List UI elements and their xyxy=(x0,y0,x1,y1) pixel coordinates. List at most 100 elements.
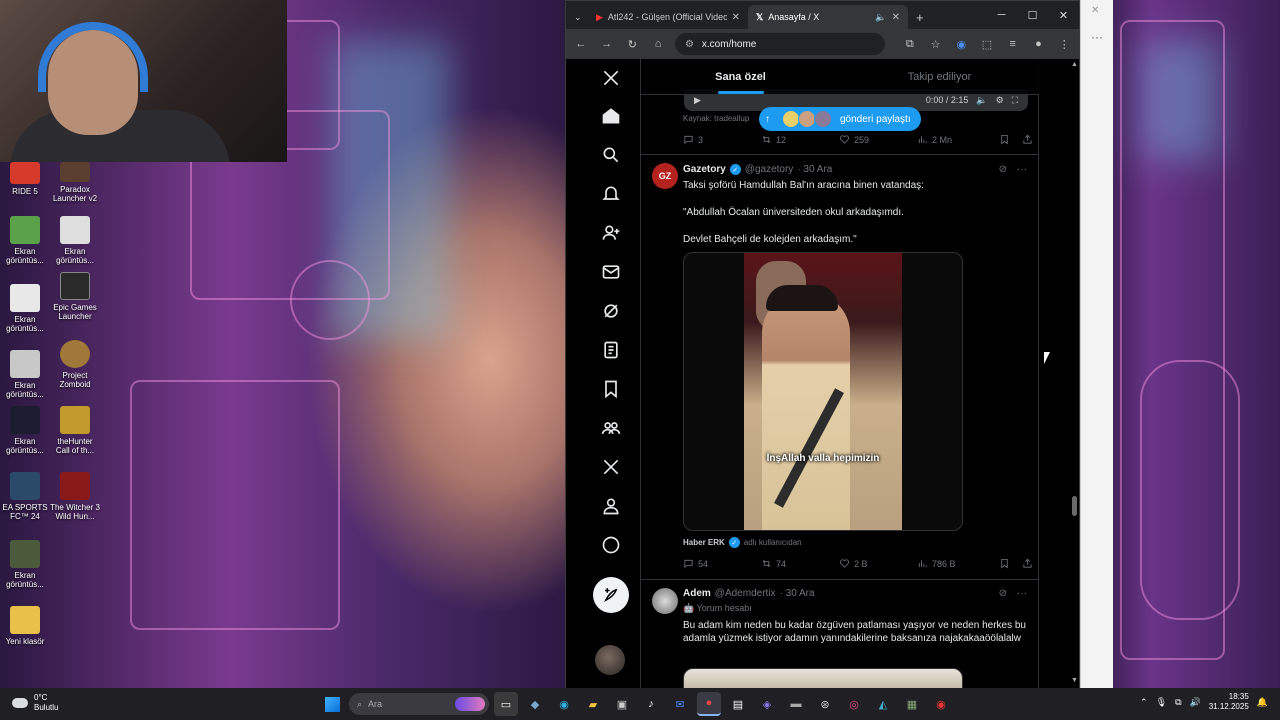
repost-button[interactable]: 74 xyxy=(761,558,839,569)
record-app-icon[interactable]: ◉ xyxy=(929,692,953,716)
account-avatar[interactable] xyxy=(595,645,625,675)
notifications-bell-icon[interactable]: 🔔 xyxy=(1257,697,1268,708)
back-icon[interactable]: ← xyxy=(572,38,590,50)
nav-bookmarks-icon[interactable] xyxy=(596,374,626,404)
tab-youtube[interactable]: ▶ Atl242 - Gülşen (Official Video) ✕ xyxy=(588,5,748,29)
post-adem[interactable]: Adem @Ademdertix · 30 Ara ⊘ ··· 🤖 Yorum … xyxy=(641,580,1039,689)
desktop-icon-ea-sports-fc24[interactable]: EA SPORTS FC™ 24 xyxy=(0,472,50,521)
x-logo-icon[interactable] xyxy=(596,63,626,93)
reply-button[interactable]: 3 xyxy=(683,134,761,145)
scrollbar-thumb[interactable] xyxy=(1072,496,1077,516)
install-app-icon[interactable]: ⧉ xyxy=(901,38,919,51)
nav-lists-icon[interactable] xyxy=(596,335,626,365)
nav-grok-icon[interactable] xyxy=(596,296,626,326)
share-icon[interactable] xyxy=(1022,134,1033,145)
clock[interactable]: 18:35 31.12.2025 xyxy=(1209,692,1249,712)
weather-widget[interactable]: 0°C Bulutlu xyxy=(12,693,58,713)
menu-kebab-icon[interactable]: ⋮ xyxy=(1055,38,1073,51)
network-icon[interactable]: ⧉ xyxy=(1175,697,1181,708)
compose-post-button[interactable] xyxy=(593,577,629,613)
scroll-down-icon[interactable]: ▼ xyxy=(1071,677,1078,684)
profile-avatar-icon[interactable]: ● xyxy=(1030,38,1048,50)
instagram-icon[interactable]: ◎ xyxy=(842,692,866,716)
url-field[interactable]: ⚙ x.com/home xyxy=(674,33,885,55)
extension-audio-icon[interactable]: ◉ xyxy=(952,38,970,51)
taskbar-search[interactable]: ⌕ Ara xyxy=(349,693,489,715)
store-icon[interactable]: ▣ xyxy=(610,692,634,716)
play-icon[interactable]: ▶ xyxy=(694,95,701,106)
nav-more-icon[interactable] xyxy=(596,530,626,560)
start-button[interactable] xyxy=(320,692,344,716)
views-button[interactable]: 786 B xyxy=(917,558,995,569)
tab-search-button[interactable]: ⌄ xyxy=(570,5,588,29)
site-info-icon[interactable]: ⚙ xyxy=(685,39,694,50)
nav-notifications-icon[interactable] xyxy=(596,179,626,209)
desktop-icon-ride5[interactable]: RIDE 5 xyxy=(0,162,50,196)
like-button[interactable]: 2 B xyxy=(839,558,917,569)
reading-list-icon[interactable]: ≡ xyxy=(1004,38,1022,50)
edge-icon[interactable]: ◉ xyxy=(552,692,576,716)
grok-icon[interactable]: ⊘ xyxy=(999,588,1007,599)
desktop-icon-screenshot-1[interactable]: Ekran görüntüs... xyxy=(0,216,50,265)
bookmark-star-icon[interactable]: ☆ xyxy=(927,38,945,51)
forward-icon[interactable]: → xyxy=(598,38,616,50)
close-window-icon[interactable]: ✕ xyxy=(1048,1,1079,29)
volume-icon[interactable]: 🔊 xyxy=(1190,697,1201,708)
fullscreen-icon[interactable]: ⛶ xyxy=(1012,95,1018,106)
minecraft-icon[interactable]: ▦ xyxy=(900,692,924,716)
like-button[interactable]: 259 xyxy=(839,134,917,145)
desktop-icon-screenshot-6[interactable]: Ekran görüntüs... xyxy=(0,540,50,589)
nav-explore-icon[interactable] xyxy=(596,140,626,170)
volume-icon[interactable]: 🔈 xyxy=(976,95,987,106)
file-explorer-icon[interactable]: ▰ xyxy=(581,692,605,716)
second-window-edge[interactable]: ✕ ··· xyxy=(1080,0,1113,688)
share-icon[interactable] xyxy=(1022,558,1033,569)
home-icon[interactable]: ⌂ xyxy=(649,38,667,50)
desktop-icon-screenshot-5[interactable]: Ekran görüntüs... xyxy=(0,406,50,455)
tab-for-you[interactable]: Sana özel xyxy=(641,59,840,94)
close-window-icon[interactable]: ✕ xyxy=(1091,5,1099,16)
steam-icon[interactable]: ⊛ xyxy=(813,692,837,716)
task-view-icon[interactable]: ▭ xyxy=(494,692,518,716)
more-options-icon[interactable]: ··· xyxy=(1017,164,1027,175)
speaker-icon[interactable]: 🔈 xyxy=(875,12,886,23)
minimize-icon[interactable]: ─ xyxy=(986,1,1017,29)
new-posts-pill[interactable]: ↑ gönderi paylaştı xyxy=(759,107,921,131)
bookmark-icon[interactable] xyxy=(999,558,1010,569)
nav-premium-icon[interactable] xyxy=(596,452,626,482)
desktop-icon-screenshot-4[interactable]: Ekran görüntüs... xyxy=(0,350,50,399)
nav-home-icon[interactable] xyxy=(596,101,626,131)
recorder-icon[interactable]: ▤ xyxy=(726,692,750,716)
desktop-icon-screenshot-3[interactable]: Ekran görüntüs... xyxy=(0,284,50,333)
outlook-icon[interactable]: ✉ xyxy=(668,692,692,716)
post-gazetory[interactable]: GZ Gazetory ✓ @gazetory · 30 Ara ⊘ ··· T… xyxy=(641,155,1039,579)
avatar[interactable] xyxy=(652,588,678,614)
desktop-icon-project-zomboid[interactable]: Project Zomboid xyxy=(50,340,100,389)
reload-icon[interactable]: ↻ xyxy=(623,38,641,51)
tab-x-home[interactable]: 𝕏 Anasayfa / X 🔈 ✕ xyxy=(748,5,908,29)
desktop-icon-paradox-launcher[interactable]: Paradox Launcher v2 xyxy=(50,162,100,203)
repost-button[interactable]: 12 xyxy=(761,134,839,145)
nav-communities-icon[interactable] xyxy=(596,413,626,443)
more-options-icon[interactable]: ··· xyxy=(1091,30,1103,44)
reply-button[interactable]: 54 xyxy=(683,558,761,569)
chrome-icon[interactable]: ● xyxy=(697,692,721,716)
tiktok-icon[interactable]: ♪ xyxy=(639,692,663,716)
extensions-icon[interactable]: ⬚ xyxy=(978,38,996,51)
new-tab-button[interactable]: + xyxy=(908,5,932,29)
post-video[interactable]: İnşAllah valla hepimizin xyxy=(683,252,963,531)
settings-gear-icon[interactable]: ⚙ xyxy=(996,95,1004,106)
nav-profile-icon[interactable] xyxy=(596,491,626,521)
close-tab-icon[interactable]: ✕ xyxy=(892,12,900,23)
page-scrollbar[interactable]: ▲ ▼ xyxy=(1070,59,1079,689)
bookmark-icon[interactable] xyxy=(999,134,1010,145)
maximize-icon[interactable]: ☐ xyxy=(1017,1,1048,29)
tab-following[interactable]: Takip ediliyor xyxy=(840,59,1039,94)
game-app-icon[interactable]: ◭ xyxy=(871,692,895,716)
folder-app-icon[interactable]: ▬ xyxy=(784,692,808,716)
nav-messages-icon[interactable] xyxy=(596,257,626,287)
teams-icon[interactable]: ◈ xyxy=(755,692,779,716)
scroll-up-icon[interactable]: ▲ xyxy=(1071,61,1078,68)
copilot-icon[interactable]: ◆ xyxy=(523,692,547,716)
desktop-icon-screenshot-2[interactable]: Ekran görüntüs... xyxy=(50,216,100,265)
